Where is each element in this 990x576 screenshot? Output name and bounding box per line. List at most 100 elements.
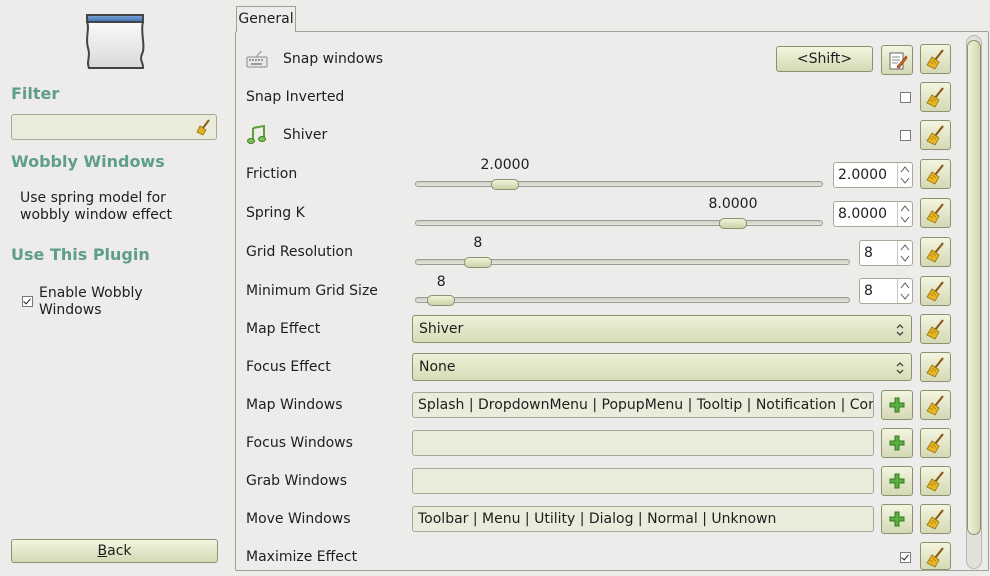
spring-k-spinbox[interactable]: 8.0000 (833, 201, 913, 227)
scrollbar-thumb[interactable] (967, 40, 981, 535)
edit-binding-button[interactable] (881, 45, 913, 75)
combo-arrows-icon (896, 362, 904, 374)
spring-k-label: Spring K (246, 205, 305, 221)
reset-focus-effect-button[interactable] (920, 352, 951, 382)
back-label-rest: ack (107, 543, 132, 559)
reset-grid-resolution-button[interactable] (920, 237, 951, 267)
broom-icon (926, 49, 944, 70)
move-windows-label: Move Windows (246, 511, 351, 527)
reset-snap-windows-button[interactable] (920, 44, 951, 74)
combo-arrows-icon (896, 324, 904, 336)
keyboard-icon (246, 50, 268, 68)
plus-icon (889, 435, 905, 451)
snap-inverted-label: Snap Inverted (246, 89, 345, 105)
min-grid-size-slider-value: 8 (436, 274, 446, 290)
min-grid-size-spin-arrows[interactable] (897, 279, 912, 303)
back-mnemonic: B (97, 543, 108, 559)
broom-icon (926, 281, 944, 302)
plugin-name: Wobbly Windows (11, 152, 165, 171)
spring-k-slider-track[interactable] (415, 220, 823, 226)
friction-slider-thumb[interactable] (491, 179, 519, 190)
vertical-scrollbar[interactable] (966, 35, 982, 569)
map-windows-value: Splash | DropdownMenu | PopupMenu | Tool… (418, 397, 873, 413)
broom-icon (926, 242, 944, 263)
shiver-label: Shiver (283, 127, 328, 143)
grab-windows-add-button[interactable] (881, 466, 913, 496)
map-effect-value: Shiver (419, 321, 464, 337)
enable-plugin-label: Enable Wobbly Windows (39, 285, 143, 318)
plus-icon (889, 473, 905, 489)
map-windows-add-button[interactable] (881, 390, 913, 420)
reset-map-effect-button[interactable] (920, 314, 951, 344)
map-effect-label: Map Effect (246, 321, 321, 337)
broom-icon (926, 164, 944, 185)
focus-effect-select[interactable]: None (412, 353, 912, 381)
clear-filter-icon[interactable] (195, 118, 213, 136)
settings-panel: General Snap windows <Shift> Snap Invert… (235, 0, 990, 576)
grab-windows-label: Grab Windows (246, 473, 348, 489)
reset-map-windows-button[interactable] (920, 390, 951, 420)
spring-k-slider-thumb[interactable] (719, 218, 747, 229)
filter-heading: Filter (11, 84, 60, 103)
focus-windows-add-button[interactable] (881, 428, 913, 458)
broom-icon (926, 547, 944, 568)
min-grid-size-label: Minimum Grid Size (246, 283, 378, 299)
reset-maximize-effect-button[interactable] (920, 542, 951, 570)
spin-arrows-icon (900, 282, 910, 300)
focus-windows-label: Focus Windows (246, 435, 353, 451)
snap-windows-key-button[interactable]: <Shift> (776, 46, 873, 72)
reset-spring-k-button[interactable] (920, 198, 951, 228)
spring-k-spin-arrows[interactable] (897, 202, 912, 226)
broom-icon (926, 357, 944, 378)
focus-windows-input[interactable] (412, 430, 874, 456)
grid-resolution-slider-value: 8 (473, 235, 483, 251)
broom-icon (926, 125, 944, 146)
move-windows-input[interactable]: Toolbar | Menu | Utility | Dialog | Norm… (412, 506, 874, 532)
wobbly-window-plugin-icon (86, 14, 145, 69)
friction-spin-arrows[interactable] (897, 163, 912, 187)
snap-inverted-checkbox[interactable] (900, 92, 911, 103)
maximize-effect-checkbox[interactable] (900, 552, 911, 563)
friction-slider-value: 2.0000 (480, 157, 530, 173)
friction-spinbox[interactable]: 2.0000 (833, 162, 913, 188)
broom-icon (926, 433, 944, 454)
reset-move-windows-button[interactable] (920, 504, 951, 534)
friction-label: Friction (246, 166, 298, 182)
broom-icon (926, 395, 944, 416)
sidebar: Filter Wobbly Windows Use spring model f… (0, 0, 232, 576)
broom-icon (926, 509, 944, 530)
enable-plugin-checkbox[interactable] (22, 296, 33, 307)
reset-shiver-button[interactable] (920, 120, 951, 150)
grid-resolution-spinbox[interactable]: 8 (859, 240, 913, 266)
spin-arrows-icon (900, 166, 910, 184)
reset-focus-windows-button[interactable] (920, 428, 951, 458)
plugin-description: Use spring model for wobbly window effec… (20, 190, 173, 223)
map-effect-select[interactable]: Shiver (412, 315, 912, 343)
edit-icon (889, 52, 908, 70)
min-grid-size-slider-track[interactable] (415, 297, 850, 303)
grab-windows-input[interactable] (412, 468, 874, 494)
spring-k-slider-value: 8.0000 (708, 196, 758, 212)
grid-resolution-spin-arrows[interactable] (897, 241, 912, 265)
back-button[interactable]: Back (11, 539, 218, 563)
grid-resolution-slider-thumb[interactable] (463, 257, 492, 268)
reset-friction-button[interactable] (920, 159, 951, 189)
friction-spin-value: 2.0000 (838, 167, 887, 183)
plus-icon (889, 511, 905, 527)
music-note-icon (247, 125, 266, 144)
broom-icon (926, 203, 944, 224)
reset-snap-inverted-button[interactable] (920, 82, 951, 112)
min-grid-size-slider-thumb[interactable] (427, 295, 456, 306)
friction-slider-track[interactable] (415, 181, 823, 187)
shiver-checkbox[interactable] (900, 130, 911, 141)
move-windows-add-button[interactable] (881, 504, 913, 534)
filter-input[interactable] (11, 114, 217, 140)
reset-min-grid-size-button[interactable] (920, 276, 951, 306)
min-grid-size-spinbox[interactable]: 8 (859, 278, 913, 304)
tab-general[interactable]: General (236, 6, 296, 32)
snap-windows-label: Snap windows (283, 51, 384, 67)
map-windows-input[interactable]: Splash | DropdownMenu | PopupMenu | Tool… (412, 392, 874, 418)
min-grid-size-spin-value: 8 (864, 283, 873, 299)
maximize-effect-label: Maximize Effect (246, 549, 358, 565)
reset-grab-windows-button[interactable] (920, 466, 951, 496)
